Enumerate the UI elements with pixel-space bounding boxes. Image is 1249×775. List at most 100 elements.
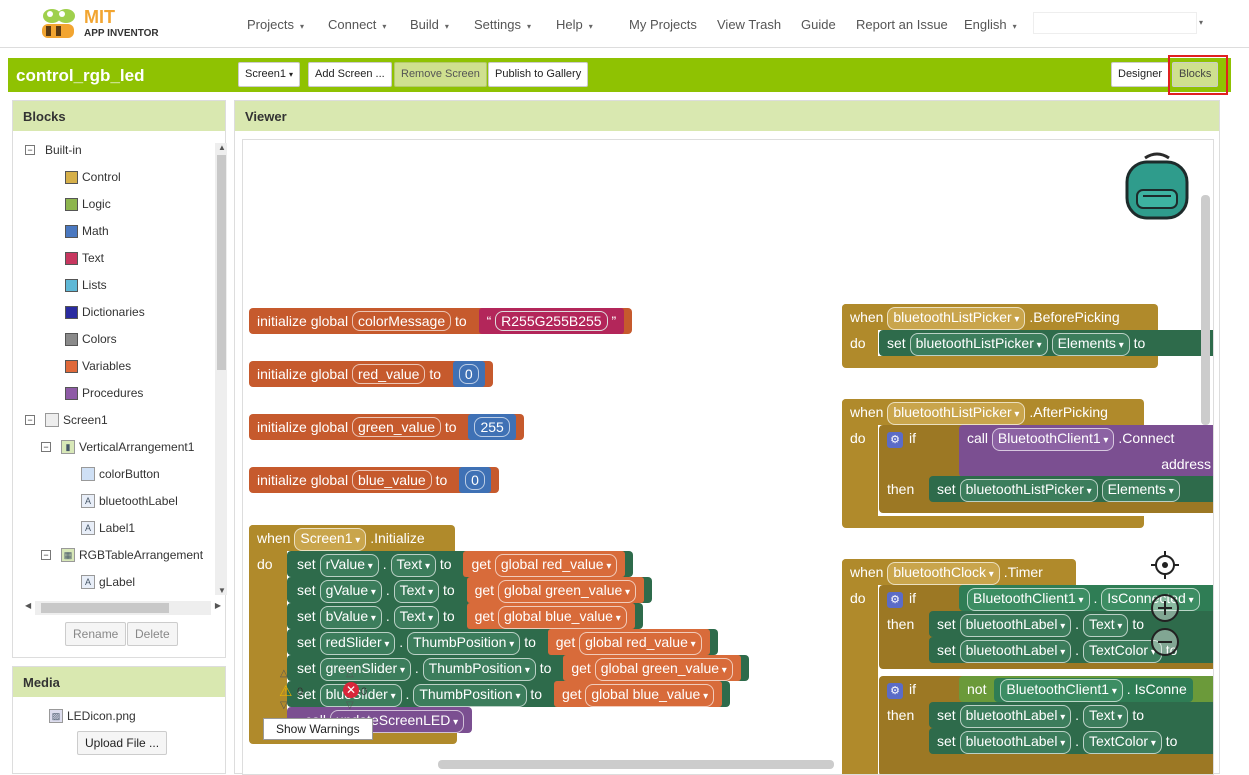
prev-error-icon[interactable]: △ <box>346 668 354 679</box>
tree-item-bluetooth-label[interactable]: AbluetoothLabel <box>81 494 178 508</box>
variable-name[interactable]: blue_value <box>351 470 432 490</box>
component-dropdown[interactable]: bValue <box>319 606 382 629</box>
link-report-issue[interactable]: Report an Issue <box>856 17 948 32</box>
tree-item-g-label[interactable]: AgLabel <box>81 575 135 589</box>
publish-gallery-button[interactable]: Publish to Gallery <box>488 62 589 87</box>
error-icon[interactable]: ✕ <box>343 682 359 698</box>
get-variable-block[interactable]: get global red_value <box>547 629 710 655</box>
component-dropdown[interactable]: redSlider <box>319 632 396 655</box>
set-label-textcolor[interactable]: set bluetoothLabel . TextColor to <box>929 728 1213 754</box>
scroll-left-icon[interactable]: ◀ <box>25 601 31 610</box>
collapse-icon[interactable]: − <box>25 145 35 155</box>
tree-item-screen1[interactable]: − Screen1 <box>25 413 108 427</box>
tree-item-rgb-table[interactable]: − ▦ RGBTableArrangement <box>41 548 203 562</box>
property-dropdown[interactable]: Text <box>390 554 436 577</box>
tree-vertical-scrollbar[interactable]: ▲ ▼ <box>215 143 227 595</box>
app-inventor-logo[interactable]: MIT APP INVENTOR <box>36 4 166 44</box>
delete-button[interactable]: Delete <box>127 622 178 646</box>
show-warnings-button[interactable]: Show Warnings <box>263 718 373 740</box>
tree-item-builtin[interactable]: − Built-in <box>25 143 82 157</box>
set-rvalue-text[interactable]: set rValue . Text to get global red_valu… <box>287 551 634 577</box>
set-label-text[interactable]: set bluetoothLabel . Text to <box>929 702 1213 728</box>
variable-name[interactable]: green_value <box>351 417 442 437</box>
init-global-green[interactable]: initialize global green_value to 255 <box>249 414 524 440</box>
init-global-blue[interactable]: initialize global blue_value to 0 <box>249 467 499 493</box>
not-block[interactable]: not BluetoothClient1 . IsConne <box>959 676 1213 702</box>
menu-projects[interactable]: Projects ▾ <box>247 17 304 32</box>
get-variable-block[interactable]: get global blue_value <box>466 603 635 629</box>
property-dropdown[interactable]: Text <box>393 580 440 603</box>
event-header[interactable]: when bluetoothListPicker .BeforePicking <box>842 304 1128 330</box>
scroll-down-icon[interactable]: ▼ <box>218 586 226 595</box>
category-lists[interactable]: Lists <box>65 278 107 292</box>
component-dropdown[interactable]: bluetoothListPicker <box>887 307 1026 330</box>
menu-language[interactable]: English ▾ <box>964 17 1017 32</box>
upload-file-button[interactable]: Upload File ... <box>77 731 168 755</box>
init-global-colormessage[interactable]: initialize global colorMessage to “ R255… <box>249 308 633 334</box>
link-guide[interactable]: Guide <box>801 17 836 32</box>
link-my-projects[interactable]: My Projects <box>629 17 697 32</box>
mutator-gear-icon[interactable]: ⚙ <box>887 592 903 608</box>
workspace-vertical-scrollbar[interactable] <box>1201 195 1210 425</box>
collapse-icon[interactable]: − <box>25 415 35 425</box>
backpack-icon[interactable] <box>1121 150 1193 222</box>
chevron-down-icon[interactable]: ▾ <box>1199 18 1203 27</box>
rename-button[interactable]: Rename <box>65 622 127 646</box>
account-field[interactable] <box>1033 12 1197 34</box>
get-variable-block[interactable]: get global green_value <box>466 577 645 603</box>
event-header[interactable]: when bluetoothClock .Timer <box>842 559 1051 585</box>
component-dropdown[interactable]: bluetoothListPicker <box>887 402 1026 425</box>
category-math[interactable]: Math <box>65 224 109 238</box>
event-header[interactable]: when Screen1 .Initialize <box>249 525 435 551</box>
component-dropdown[interactable]: Screen1 <box>294 528 367 551</box>
tree-item-color-button[interactable]: colorButton <box>81 467 160 481</box>
menu-settings[interactable]: Settings ▾ <box>474 17 531 32</box>
mutator-gear-icon[interactable]: ⚙ <box>887 432 903 448</box>
next-error-icon[interactable]: ▽ <box>346 700 354 711</box>
get-variable-block[interactable]: get global red_value <box>463 551 626 577</box>
text-block[interactable]: “ R255G255B255 ” <box>478 308 625 334</box>
menu-build[interactable]: Build ▾ <box>410 17 449 32</box>
property-dropdown[interactable]: ThumbPosition <box>422 658 536 681</box>
scroll-right-icon[interactable]: ▶ <box>215 601 221 610</box>
component-dropdown[interactable]: gValue <box>319 580 382 603</box>
number-block[interactable]: 255 <box>468 414 516 440</box>
scrollbar-thumb[interactable] <box>217 155 226 370</box>
tree-item-label1[interactable]: A Label1 <box>81 521 135 535</box>
next-warning-icon[interactable]: ▽ <box>280 700 288 711</box>
remove-screen-button[interactable]: Remove Screen <box>394 62 487 87</box>
add-screen-button[interactable]: Add Screen ... <box>308 62 392 87</box>
category-dictionaries[interactable]: Dictionaries <box>65 305 145 319</box>
category-logic[interactable]: Logic <box>65 197 111 211</box>
collapse-icon[interactable]: − <box>41 442 51 452</box>
set-bvalue-text[interactable]: set bValue . Text to get global blue_val… <box>287 603 643 629</box>
call-bluetooth-connect[interactable]: call BluetoothClient1 .Connect address <box>959 425 1213 477</box>
set-listpicker-elements[interactable]: set bluetoothListPicker Elements <box>929 476 1213 502</box>
category-procedures[interactable]: Procedures <box>65 386 143 400</box>
menu-connect[interactable]: Connect ▾ <box>328 17 386 32</box>
tree-item-vertical-arrangement[interactable]: − ▮ VerticalArrangement1 <box>41 440 194 454</box>
set-redslider-thumbposition[interactable]: set redSlider . ThumbPosition to get glo… <box>287 629 718 655</box>
bluetooth-is-connected[interactable]: BluetoothClient1 . IsConne <box>994 678 1193 702</box>
property-dropdown[interactable]: ThumbPosition <box>413 684 527 707</box>
number-block[interactable]: 0 <box>452 361 485 387</box>
tree-horizontal-scrollbar[interactable]: ◀ ▶ <box>25 601 221 615</box>
warning-icon[interactable]: ⚠ <box>279 682 292 700</box>
number-block[interactable]: 0 <box>459 467 491 493</box>
property-dropdown[interactable]: Text <box>393 606 440 629</box>
component-dropdown[interactable]: greenSlider <box>319 658 411 681</box>
property-dropdown[interactable]: ThumbPosition <box>407 632 521 655</box>
set-greenslider-thumbposition[interactable]: set greenSlider . ThumbPosition to get g… <box>287 655 749 681</box>
media-file-item[interactable]: ▨ LEDicon.png <box>49 709 136 723</box>
component-dropdown[interactable]: rValue <box>319 554 379 577</box>
blocks-workspace[interactable]: initialize global colorMessage to “ R255… <box>242 139 1214 775</box>
zoom-in-icon[interactable] <box>1149 592 1181 624</box>
variable-name[interactable]: colorMessage <box>351 311 452 331</box>
scroll-up-icon[interactable]: ▲ <box>218 143 226 152</box>
set-listpicker-elements[interactable]: set bluetoothListPicker Elements to <box>879 330 1213 356</box>
designer-button[interactable]: Designer <box>1111 62 1170 87</box>
set-gvalue-text[interactable]: set gValue . Text to get global green_va… <box>287 577 653 603</box>
workspace-horizontal-scrollbar[interactable] <box>438 760 834 769</box>
category-variables[interactable]: Variables <box>65 359 131 373</box>
event-header[interactable]: when bluetoothListPicker .AfterPicking <box>842 399 1116 425</box>
